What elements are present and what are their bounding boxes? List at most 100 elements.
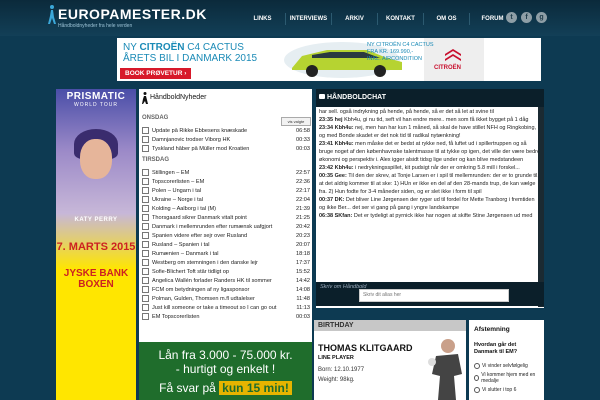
news-item-checkbox[interactable] [142,223,149,230]
news-item-checkbox[interactable] [142,127,149,134]
news-item-checkbox[interactable] [142,286,149,293]
news-item-title[interactable]: FCM om betydningen af ny ligasponsor [152,287,290,293]
news-item-title[interactable]: Westberg om stemningen i den danske lejr [152,260,290,266]
nav-arkiv[interactable]: ARKIV [331,13,377,25]
news-item[interactable]: Update på Rikke Ebbesens knæskade 06:58 [142,126,310,135]
news-item[interactable]: Tyskland håber på Müller mod Kroatien 00:… [142,144,310,153]
news-item[interactable]: Damnjanovic trodser Viborg HK 00:33 [142,135,310,144]
chat-messages: har sell. også indrykning på hende, på h… [319,108,541,306]
news-item-title[interactable]: Update på Rikke Ebbesens knæskade [152,128,290,134]
news-item[interactable]: Stillingen – EM 22:57 [142,168,310,177]
news-item-title[interactable]: Ukraine – Norge i tal [152,197,290,203]
chat-message-meta: 06:38 SKfan: [319,213,353,219]
news-item[interactable]: Polen – Ungarn i tal 22:17 [142,186,310,195]
radio-button[interactable] [474,375,480,381]
news-item-checkbox[interactable] [142,277,149,284]
news-day-heading: ONSDAG [142,115,169,121]
news-item-checkbox[interactable] [142,145,149,152]
news-item-title[interactable]: Sofie-Blichert Toft står tidligt op [152,269,290,275]
nav-kontakt[interactable]: KONTAKT [377,13,423,25]
poll-panel: Afstemning Hvordan går det Danmark til E… [469,320,544,400]
site-logo[interactable]: EUROPAMESTER.DK Håndboldnyheder fra hele… [48,5,207,29]
player-name[interactable]: THOMAS KLITGAARD [318,343,413,353]
news-item[interactable]: Sofie-Blichert Toft står tidligt op 15:52 [142,267,310,276]
news-item-checkbox[interactable] [142,232,149,239]
news-item-title[interactable]: Polen – Ungarn i tal [152,188,290,194]
news-item-checkbox[interactable] [142,250,149,257]
chat-scrollbar[interactable] [538,107,544,307]
nav-om-os[interactable]: OM OS [423,13,469,25]
news-item-title[interactable]: Just kill someone or take a timeout so I… [152,305,290,311]
news-item-title[interactable]: Stillingen – EM [152,170,290,176]
news-item-checkbox[interactable] [142,259,149,266]
news-item[interactable]: Rumænien – Danmark i tal 18:18 [142,249,310,258]
book-test-drive-button[interactable]: BOOK PRØVETUR › [120,68,192,79]
news-item-checkbox[interactable] [142,178,149,185]
news-item-time: 20:07 [296,241,310,248]
news-item[interactable]: EM Topscorerlisten 00:03 [142,312,310,321]
radio-button[interactable] [474,387,480,393]
news-item-title[interactable]: Rusland – Spanien i tal [152,242,290,248]
poll-option[interactable]: Vi vinder selvfølgelig [474,363,528,369]
news-item[interactable]: Ukraine – Norge i tal 22:04 [142,195,310,204]
loan-ad-line2: - hurtigt og enkelt ! [175,362,276,376]
chat-alias-input[interactable] [359,289,509,302]
left-skyscraper-ad[interactable]: PRISMATIC WORLD TOUR KATY PERRY 7. MARTS… [56,89,136,400]
news-item[interactable]: FCM om betydningen af ny ligasponsor 14:0… [142,285,310,294]
poll-title: Afstemning [474,326,510,333]
news-item-title[interactable]: Angelica Wallén forlader Randers HK til … [152,278,290,284]
news-item-time: 00:03 [296,145,310,152]
news-item-checkbox[interactable] [142,214,149,221]
site-header: EUROPAMESTER.DK Håndboldnyheder fra hele… [0,0,600,36]
facebook-icon[interactable]: f [521,12,532,23]
chat-message: 00:35 Gee: Til den der skrev, at Tonje L… [319,172,541,196]
birthday-panel: BIRTHDAY THOMAS KLITGAARD LINE PLAYER Bo… [314,320,466,400]
radio-button[interactable] [474,363,480,369]
news-item[interactable]: Thorsgaard sikrer Danmark vitalt point 21… [142,213,310,222]
news-item[interactable]: Kolding – Aalborg i tal (M) 21:39 [142,204,310,213]
news-item-title[interactable]: Rumænien – Danmark i tal [152,251,290,257]
news-item[interactable]: Westberg om stemningen i den danske lejr… [142,258,310,267]
googleplus-icon[interactable]: g [536,12,547,23]
news-item[interactable]: Rusland – Spanien i tal 20:07 [142,240,310,249]
news-item[interactable]: Angelica Wallén forlader Randers HK til … [142,276,310,285]
nav-links[interactable]: LINKS [240,13,285,25]
news-item-title[interactable]: Damnjanovic trodser Viborg HK [152,137,290,143]
news-item-title[interactable]: Thorsgaard sikrer Danmark vitalt point [152,215,290,221]
poll-option[interactable]: Vi slutter i top 6 [474,387,516,393]
news-item-checkbox[interactable] [142,196,149,203]
news-item-title[interactable]: Polman, Gulden, Thomsen m.fl udtalelser [152,296,290,302]
top-banner-ad[interactable]: NY CITROËN C4 CACTUS ÅRETS BIL I DANMARK… [117,38,541,81]
news-item-checkbox[interactable] [142,205,149,212]
news-item-checkbox[interactable] [142,169,149,176]
chat-message-meta: 23:35 hej [319,117,343,123]
news-item-title[interactable]: Spanien videre efter sejr over Rusland [152,233,290,239]
news-item-checkbox[interactable] [142,313,149,320]
news-item[interactable]: Spanien videre efter sejr over Rusland 20… [142,231,310,240]
news-item-checkbox[interactable] [142,241,149,248]
chat-message: 23:41 Kbh4u: men måske det er bedst at r… [319,140,541,164]
nav-interviews[interactable]: INTERVIEWS [285,13,331,25]
news-item-title[interactable]: Topscorerlisten – EM [152,179,290,185]
poll-option[interactable]: Vi kommer hjem med en medalje [474,372,540,384]
twitter-icon[interactable]: t [506,12,517,23]
news-item-checkbox[interactable] [142,268,149,275]
loan-ad-line1: Lån fra 3.000 - 75.000 kr. [158,348,293,362]
news-item[interactable]: Just kill someone or take a timeout so I… [142,303,310,312]
news-item[interactable]: Polman, Gulden, Thomsen m.fl udtalelser 1… [142,294,310,303]
news-item[interactable]: Topscorerlisten – EM 22:36 [142,177,310,186]
ad-event-date: 7. MARTS 2015 [56,241,136,253]
news-item-checkbox[interactable] [142,304,149,311]
loan-ad[interactable]: Lån fra 3.000 - 75.000 kr. - hurtigt og … [139,342,312,400]
ad-event-venue: JYSKE BANK BOXEN [63,268,129,290]
news-item-checkbox[interactable] [142,136,149,143]
news-item-checkbox[interactable] [142,187,149,194]
player-photo [428,339,462,400]
show-selected-button[interactable]: vis valgte [281,117,311,126]
news-item-checkbox[interactable] [142,295,149,302]
news-item-title[interactable]: EM Topscorerlisten [152,314,290,320]
news-item-title[interactable]: Kolding – Aalborg i tal (M) [152,206,290,212]
news-item-title[interactable]: Danmark i mellemrunden efter rumænsk uaf… [152,224,290,230]
news-item-title[interactable]: Tyskland håber på Müller mod Kroatien [152,146,290,152]
news-item[interactable]: Danmark i mellemrunden efter rumænsk uaf… [142,222,310,231]
